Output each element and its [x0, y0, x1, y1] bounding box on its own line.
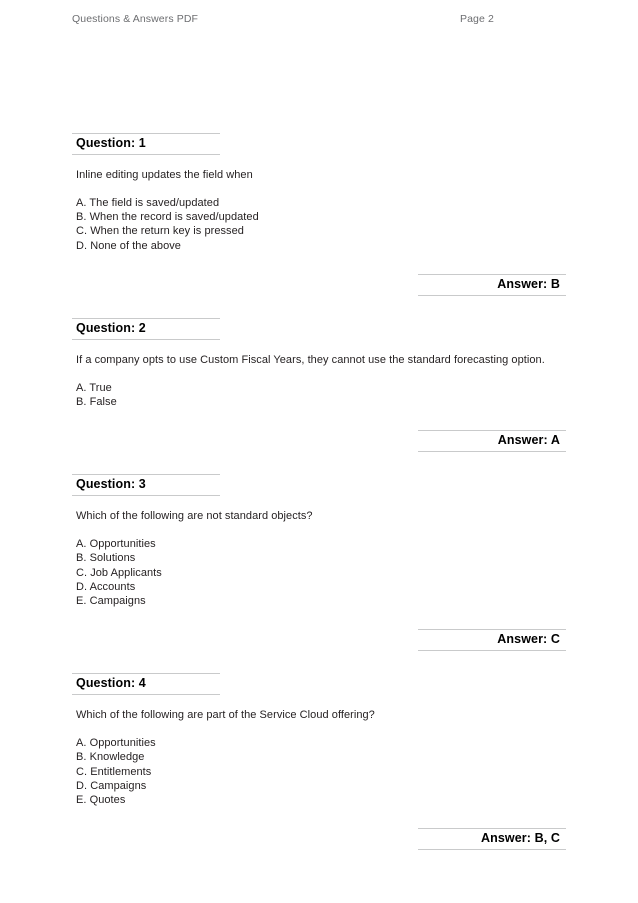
option-list-1: A. The field is saved/updated B. When th…: [72, 196, 566, 253]
answer-row-2: Answer: A: [72, 430, 566, 453]
option-item: D. Accounts: [76, 580, 136, 593]
answer-box-2: Answer: A: [418, 430, 566, 453]
option-item: A. The field is saved/updated: [76, 197, 220, 209]
option-item: C. When the return key is pressed: [76, 225, 244, 238]
answer-box-1: Answer: B: [418, 273, 566, 296]
qa-block-1: Question: 1 Inline editing updates the f…: [72, 133, 566, 296]
answer-box-3: Answer: C: [418, 629, 566, 652]
question-prompt-1: Inline editing updates the field when: [76, 169, 253, 181]
document-title: Questions & Answers PDF: [72, 13, 199, 25]
option-item: B. When the record is saved/updated: [76, 211, 259, 224]
page-header: Questions & Answers PDF Page 2: [72, 11, 566, 27]
question-heading-4: Question: 4: [72, 673, 220, 696]
answer-row-3: Answer: C: [72, 629, 566, 652]
question-prompt-3: Which of the following are not standard …: [76, 510, 313, 523]
question-heading-3: Question: 3: [72, 474, 220, 497]
question-prompt-4: Which of the following are part of the S…: [76, 709, 375, 722]
option-item: E. Campaigns: [76, 595, 146, 608]
document-page: Questions & Answers PDF Page 2 Question:…: [0, 0, 638, 903]
page-number: Page 2: [460, 13, 494, 25]
answer-row-1: Answer: B: [72, 273, 566, 296]
option-item: C. Entitlements: [76, 765, 152, 778]
answer-box-4: Answer: B, C: [418, 828, 566, 851]
option-item: B. Solutions: [76, 552, 136, 565]
answer-row-4: Answer: B, C: [72, 828, 566, 851]
question-heading-1: Question: 1: [72, 133, 220, 155]
option-item: D. Campaigns: [76, 779, 147, 792]
page-content: Question: 1 Inline editing updates the f…: [72, 133, 566, 851]
question-heading-2: Question: 2: [72, 317, 220, 340]
option-item: D. None of the above: [76, 239, 181, 252]
option-item: B. False: [76, 396, 117, 409]
option-list-4: A. Opportunities B. Knowledge C. Entitle…: [72, 736, 566, 807]
option-item: A. Opportunities: [76, 737, 156, 750]
option-item: B. Knowledge: [76, 751, 145, 764]
qa-block-2: Question: 2 If a company opts to use Cus…: [72, 317, 566, 453]
option-list-3: A. Opportunities B. Solutions C. Job App…: [72, 537, 566, 608]
option-item: A. Opportunities: [76, 538, 156, 551]
option-item: E. Quotes: [76, 794, 126, 807]
qa-block-3: Question: 3 Which of the following are n…: [72, 474, 566, 652]
option-list-2: A. True B. False: [72, 381, 566, 409]
qa-block-4: Question: 4 Which of the following are p…: [72, 673, 566, 851]
option-item: A. True: [76, 381, 112, 394]
question-prompt-2: If a company opts to use Custom Fiscal Y…: [76, 353, 545, 366]
option-item: C. Job Applicants: [76, 566, 162, 579]
